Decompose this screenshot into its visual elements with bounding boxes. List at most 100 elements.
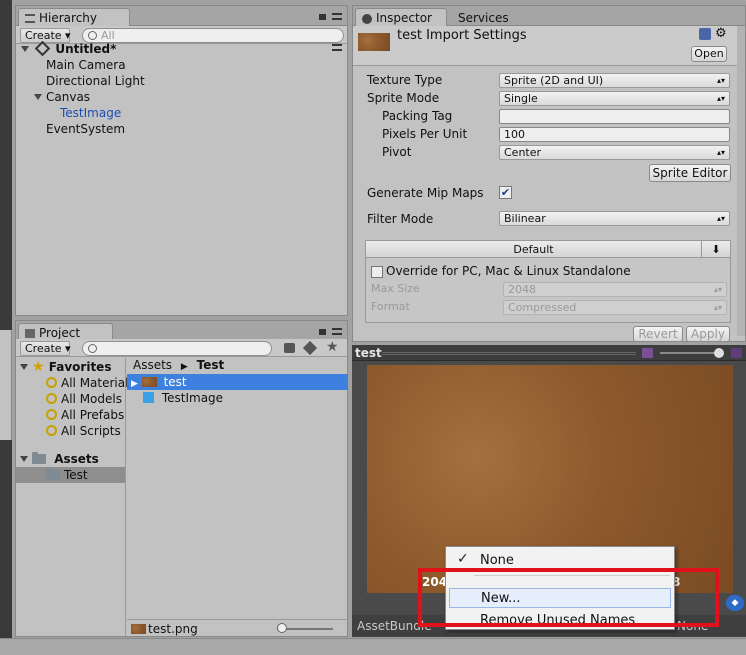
selected-file-path: test.png xyxy=(148,622,198,636)
item-label: Main Camera xyxy=(46,58,126,72)
tab-inspector-label: Inspector xyxy=(376,11,432,25)
favorite-item[interactable]: All Scripts xyxy=(46,423,121,439)
select-value: Compressed xyxy=(508,301,577,314)
filter-by-label-icon[interactable] xyxy=(302,340,318,356)
mip-slider[interactable] xyxy=(660,352,720,354)
menu-item-label: None xyxy=(480,553,514,568)
texture-type-select[interactable]: Sprite (2D and UI) ▴▾ xyxy=(499,73,730,88)
override-checkbox[interactable] xyxy=(371,266,383,278)
alpha-toggle-icon[interactable] xyxy=(731,348,742,358)
breadcrumb-assets[interactable]: Assets xyxy=(133,358,172,372)
assets-label: Assets xyxy=(54,452,99,466)
pixels-per-unit-field[interactable]: 100 xyxy=(499,127,730,142)
apply-button[interactable]: Apply xyxy=(686,326,730,342)
create-label: Create xyxy=(25,342,62,355)
favorite-label: All Models xyxy=(61,392,122,406)
highlight-annotation-box xyxy=(418,568,719,627)
hierarchy-item-testimage[interactable]: TestImage xyxy=(60,105,121,121)
search-filter-icon xyxy=(46,409,57,420)
help-book-icon[interactable] xyxy=(699,28,711,40)
assets-folder[interactable]: Assets xyxy=(20,451,99,467)
left-edge-panel xyxy=(0,0,12,655)
panel-menu-icon[interactable] xyxy=(332,13,342,20)
project-search-input[interactable] xyxy=(82,341,272,356)
inspector-title: test Import Settings xyxy=(397,28,527,43)
search-icon xyxy=(88,31,97,40)
hierarchy-item-canvas[interactable]: Canvas xyxy=(34,89,90,105)
file-item-test[interactable]: ▶ test xyxy=(127,374,348,390)
packing-tag-field[interactable] xyxy=(499,109,730,124)
bottom-status-bar xyxy=(0,638,746,655)
lock-icon[interactable] xyxy=(319,14,326,20)
expand-arrow-icon[interactable] xyxy=(20,364,28,370)
hierarchy-item-main-camera[interactable]: Main Camera xyxy=(46,57,126,73)
mip-slider-handle[interactable] xyxy=(714,348,724,358)
select-value: Bilinear xyxy=(504,212,546,225)
favorite-item[interactable]: All Models xyxy=(46,391,122,407)
mipmaps-label: Generate Mip Maps xyxy=(367,186,484,200)
scene-menu-icon[interactable] xyxy=(332,44,342,51)
scene-root[interactable]: Untitled* xyxy=(21,40,117,57)
inspector-scrollbar[interactable] xyxy=(737,26,745,336)
menu-item-none[interactable]: ✓ None xyxy=(448,550,672,570)
revert-label: Revert xyxy=(638,327,678,341)
hierarchy-item-eventsystem[interactable]: EventSystem xyxy=(46,121,125,137)
packing-tag-label: Packing Tag xyxy=(382,109,453,123)
filter-mode-select[interactable]: Bilinear ▴▾ xyxy=(499,211,730,226)
create-dropdown[interactable]: Create ▾ xyxy=(20,341,71,356)
tab-services-label: Services xyxy=(458,11,509,25)
expand-arrow-icon[interactable] xyxy=(34,94,42,100)
tab-inspector[interactable]: Inspector xyxy=(355,8,447,27)
favorites-label: Favorites xyxy=(48,360,112,374)
sprite-mode-label: Sprite Mode xyxy=(367,91,440,105)
favorite-item[interactable]: All Prefabs xyxy=(46,407,124,423)
panel-menu-icon[interactable] xyxy=(332,328,342,335)
gear-icon[interactable]: ⚙ xyxy=(715,26,727,41)
texture-preview-icon xyxy=(358,33,390,51)
open-button[interactable]: Open xyxy=(691,46,727,62)
project-toolbar: Create ▾ ★ xyxy=(16,339,347,357)
file-item-testimage[interactable]: TestImage xyxy=(143,390,223,406)
revert-button[interactable]: Revert xyxy=(633,326,683,342)
project-footer: test.png xyxy=(127,619,348,637)
unity-scene-icon xyxy=(34,40,51,57)
default-tab-label: Default xyxy=(513,243,554,256)
pivot-select[interactable]: Center ▴▾ xyxy=(499,145,730,160)
override-label: Override for PC, Mac & Linux Standalone xyxy=(386,264,631,278)
search-input[interactable]: All xyxy=(82,28,344,43)
platform-settings-box: Default ⬇ Override for PC, Mac & Linux S… xyxy=(365,240,731,323)
slider-handle[interactable] xyxy=(277,623,287,633)
folder-icon xyxy=(46,468,60,480)
sprite-editor-button[interactable]: Sprite Editor xyxy=(649,164,731,182)
updown-arrow-icon: ▴▾ xyxy=(716,76,725,85)
sprite-mode-select[interactable]: Single ▴▾ xyxy=(499,91,730,106)
test-folder[interactable]: Test xyxy=(16,467,125,483)
open-label: Open xyxy=(694,47,724,60)
lock-icon[interactable] xyxy=(319,329,326,335)
mipmaps-checkbox[interactable]: ✔ xyxy=(499,186,512,199)
search-icon xyxy=(88,344,97,353)
favorites-header[interactable]: ★ Favorites xyxy=(20,359,111,375)
tab-services[interactable]: Services xyxy=(451,8,521,27)
rgb-toggle-icon[interactable] xyxy=(642,348,653,358)
favorite-item[interactable]: All Material xyxy=(46,375,128,391)
expand-arrow-icon[interactable]: ▶ xyxy=(131,379,138,389)
tab-hierarchy[interactable]: Hierarchy xyxy=(18,8,130,27)
expand-arrow-icon[interactable] xyxy=(21,46,29,52)
drag-handle[interactable] xyxy=(382,352,636,355)
scene-name: Untitled* xyxy=(55,42,117,56)
updown-arrow-icon: ▴▾ xyxy=(713,285,722,294)
updown-arrow-icon: ▴▾ xyxy=(716,94,725,103)
pivot-label: Pivot xyxy=(382,145,412,159)
platform-tab-download[interactable]: ⬇ xyxy=(701,241,730,258)
inspector-header: test Import Settings ⚙ Open xyxy=(353,26,745,66)
texture-thumbnail-icon xyxy=(141,377,157,387)
tag-icon[interactable]: ◆ xyxy=(726,595,744,611)
filter-by-type-icon[interactable] xyxy=(284,343,295,353)
expand-arrow-icon[interactable] xyxy=(20,456,28,462)
download-icon: ⬇ xyxy=(711,243,721,256)
breadcrumb-test[interactable]: Test xyxy=(197,358,225,372)
hierarchy-item-directional-light[interactable]: Directional Light xyxy=(46,73,145,89)
favorite-star-icon[interactable]: ★ xyxy=(326,339,339,355)
platform-tab-default[interactable]: Default xyxy=(366,241,701,258)
